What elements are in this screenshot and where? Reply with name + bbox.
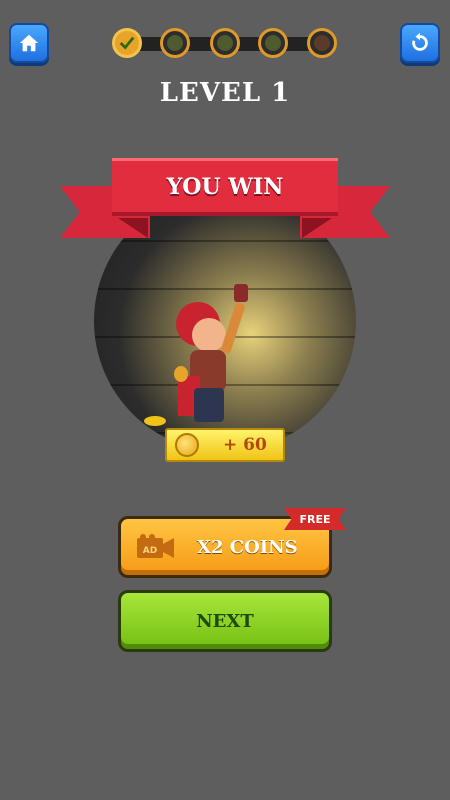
video-ad-icon: AD <box>137 534 175 560</box>
banner-text: YOU WIN <box>166 173 284 200</box>
free-label: FREE <box>299 512 331 526</box>
x2-coins-label: X2 COINS <box>197 536 298 558</box>
stage-5-boss <box>307 28 337 58</box>
home-icon <box>19 34 39 52</box>
stage-3 <box>210 28 240 58</box>
restart-icon <box>412 32 428 51</box>
monster-face-icon <box>217 35 233 51</box>
monster-face-icon <box>265 35 281 51</box>
next-button[interactable]: NEXT <box>118 590 332 652</box>
next-label: NEXT <box>196 610 254 632</box>
boss-face-icon <box>314 35 330 51</box>
monster-face-icon <box>167 35 183 51</box>
stage-2 <box>160 28 190 58</box>
you-win-banner: YOU WIN <box>112 158 338 216</box>
free-tag: FREE <box>284 508 346 530</box>
ad-badge: AD <box>143 546 157 556</box>
coin-reward: + 60 <box>165 428 285 462</box>
coin-pile <box>144 416 166 426</box>
reward-amount: + 60 <box>223 435 267 455</box>
coin-icon <box>175 433 199 457</box>
restart-button[interactable] <box>400 23 440 63</box>
checkmark-icon <box>119 36 135 50</box>
level-title: LEVEL 1 <box>159 78 291 108</box>
stage-4 <box>258 28 288 58</box>
stage-1-completed <box>112 28 142 58</box>
home-button[interactable] <box>9 23 49 63</box>
